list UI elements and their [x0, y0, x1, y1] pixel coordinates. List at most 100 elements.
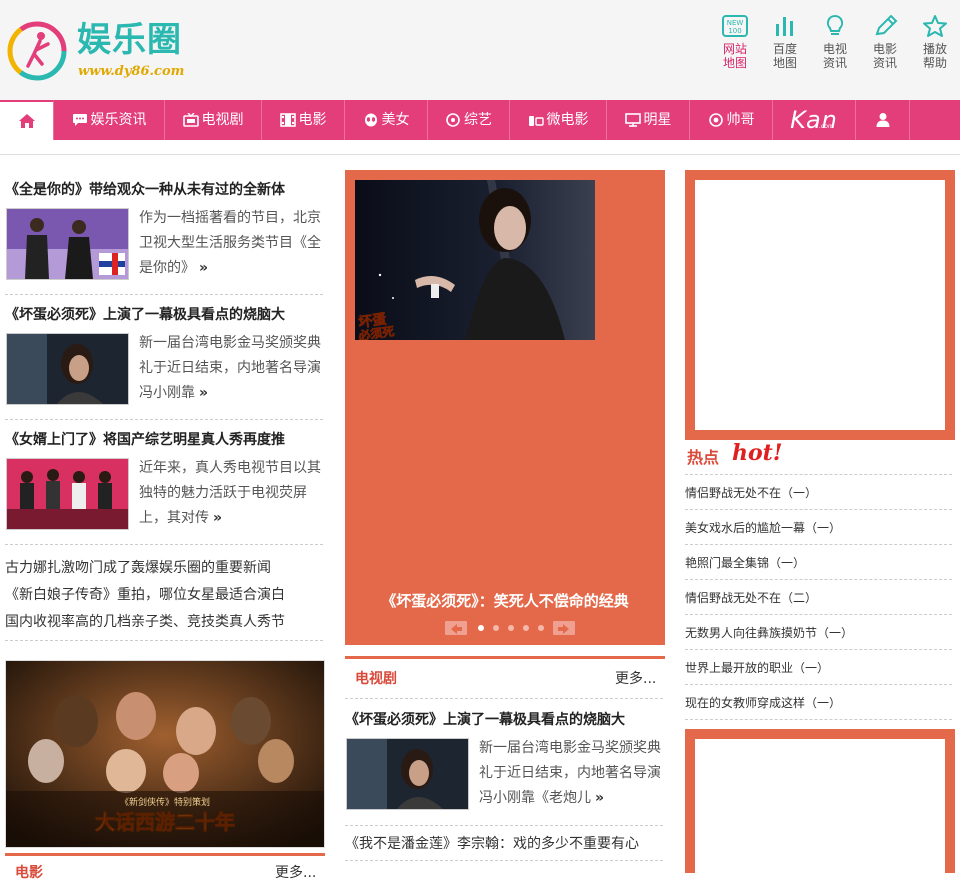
news-item[interactable]: 《坏蛋必须死》上演了一幕极具看点的烧脑大 新一届台湾电影金马奖颁奖典礼于近日结束…: [345, 710, 663, 820]
svg-text:100: 100: [728, 27, 741, 35]
arrow-left-icon: [451, 624, 462, 634]
movie-section-label[interactable]: 电影: [15, 862, 43, 882]
news-thumbnail[interactable]: [346, 738, 469, 810]
nav-entertainment-news[interactable]: 娱乐资讯: [54, 100, 165, 140]
nav-home[interactable]: [0, 100, 54, 140]
list-item[interactable]: 世界上最开放的职业（一）: [685, 649, 952, 684]
divider: [5, 294, 323, 295]
news-item[interactable]: 《坏蛋必须死》上演了一幕极具看点的烧脑大 新一届台湾电影金马奖颁奖典礼于近日结束…: [5, 305, 323, 415]
list-item[interactable]: 情侣野战无处不在（一）: [685, 474, 952, 509]
hot-news-list: 情侣野战无处不在（一） 美女戏水后的尴尬一幕（一） 艳照门最全集锦（一） 情侣野…: [685, 474, 952, 720]
chat-bubble-icon: [72, 114, 87, 126]
ad-banner-top[interactable]: [685, 170, 955, 440]
ad-placeholder: [695, 180, 945, 430]
list-item[interactable]: 情侣野战无处不在（二）: [685, 579, 952, 614]
nav-movie[interactable]: 电影: [262, 100, 345, 140]
monitor-icon: [624, 113, 641, 127]
ad-banner-bottom[interactable]: [685, 729, 955, 873]
bar-chart-icon: [776, 17, 793, 36]
news-title[interactable]: 《坏蛋必须死》上演了一幕极具看点的烧脑大: [345, 710, 663, 730]
list-item[interactable]: 艳照门最全集锦（一）: [685, 544, 952, 579]
nav-stars[interactable]: 明星: [607, 100, 690, 140]
list-item[interactable]: 现在的女教师穿成这样（一）: [685, 684, 952, 720]
news-description: 作为一档摇著看的节目，北京卫视大型生活服务类节目《全是你的》»: [139, 210, 321, 276]
news-title[interactable]: 《坏蛋必须死》上演了一幕极具看点的烧脑大: [5, 305, 323, 325]
list-item[interactable]: 《新白娘子传奇》重拍，哪位女星最适合演白: [5, 582, 323, 609]
slider-dot-2[interactable]: [493, 625, 499, 631]
movie-section-bar: [5, 853, 325, 856]
news-description: 新一届台湾电影金马奖颁奖典礼于近日结束，内地著名导演冯小刚靠《老炮儿»: [479, 740, 661, 806]
list-item[interactable]: 古力娜扎激吻门成了轰爆娱乐圈的重要新闻: [5, 555, 323, 582]
hot-section-title: 热点: [687, 448, 720, 467]
nav-handsome-guys[interactable]: 帅哥: [690, 100, 773, 140]
more-link[interactable]: »: [213, 510, 222, 526]
main-nav: 娱乐资讯 电视剧 电影 美女 综艺 微电影 明星 帅哥 Kan .com: [0, 100, 960, 140]
more-link[interactable]: »: [199, 385, 208, 401]
ad-placeholder: [695, 739, 945, 873]
tv-more-link[interactable]: 更多...: [615, 668, 656, 688]
hot-script-label: hot!: [732, 440, 783, 466]
nav-kan-logo[interactable]: Kan .com: [773, 100, 856, 140]
slider-next-button[interactable]: [553, 621, 575, 635]
film-strip-icon: [279, 113, 296, 127]
news-thumbnail[interactable]: [6, 458, 129, 530]
nav-variety[interactable]: 综艺: [428, 100, 510, 140]
slider-prev-button[interactable]: [445, 621, 467, 635]
news-item[interactable]: 《全是你的》带给观众一种从未有过的全新体 作为一档摇著看的节目，北京卫视大型生活…: [5, 180, 323, 290]
dancer-logo-icon[interactable]: [6, 20, 68, 82]
new-badge-icon: NEW 100: [722, 15, 748, 37]
alien-face-icon: [364, 113, 377, 127]
slider-dot-5[interactable]: [538, 625, 544, 631]
content-divider: [0, 154, 960, 155]
news-item[interactable]: 《女婿上门了》将国产综艺明星真人秀再度推 近年来，真人秀电视节目以其独特的魅力活…: [5, 430, 323, 540]
divider: [345, 698, 663, 699]
movie-more-link[interactable]: 更多...: [275, 862, 316, 882]
nav-beauty[interactable]: 美女: [345, 100, 428, 140]
more-link[interactable]: »: [595, 790, 604, 806]
lightbulb-icon: [826, 14, 844, 35]
news-title[interactable]: 《全是你的》带给观众一种从未有过的全新体: [5, 180, 323, 200]
divider: [345, 825, 663, 826]
divider: [345, 860, 663, 861]
quick-link-baidu-map[interactable]: 百度 地图: [762, 14, 808, 70]
tv-section-bar: [345, 656, 665, 659]
list-item[interactable]: 国内收视率高的几档亲子类、竞技类真人秀节: [5, 609, 323, 636]
circle-dot-icon: [708, 113, 723, 127]
list-item[interactable]: 《我不是潘金莲》李宗翰：戏的多少不重要有心: [345, 832, 665, 856]
news-description: 新一届台湾电影金马奖颁奖典礼于近日结束，内地著名导演冯小刚靠»: [139, 335, 321, 401]
news-thumbnail[interactable]: [6, 333, 129, 405]
slider-dot-3[interactable]: [508, 625, 514, 631]
logo-url[interactable]: www.dy86.com: [78, 64, 184, 79]
divider: [5, 544, 323, 545]
tv-section-label[interactable]: 电视剧: [355, 668, 397, 688]
quick-link-sitemap[interactable]: NEW 100 网站 地图: [712, 14, 758, 70]
poster-title: 大话西游二十年: [95, 810, 235, 834]
svg-text:《新剑侠传》特别策划: 《新剑侠传》特别策划: [120, 796, 210, 808]
divider: [5, 419, 323, 420]
slider-dot-4[interactable]: [523, 625, 529, 631]
slide-image[interactable]: 坏蛋 必须死: [355, 180, 595, 340]
star-icon: [923, 15, 947, 37]
nav-micro-movie[interactable]: 微电影: [510, 100, 607, 140]
record-icon: [446, 113, 460, 127]
nav-user[interactable]: [856, 100, 910, 140]
quick-link-movie-news[interactable]: 电影 资讯: [862, 14, 908, 70]
news-description: 近年来，真人秀电视节目以其独特的魅力活跃于电视荧屏上，其对传»: [139, 460, 321, 526]
quick-link-tv-news[interactable]: 电视 资讯: [812, 14, 858, 70]
home-icon: [18, 114, 35, 128]
list-item[interactable]: 美女戏水后的尴尬一幕（一）: [685, 509, 952, 544]
promo-poster[interactable]: 《新剑侠传》特别策划 大话西游二十年: [5, 660, 325, 848]
quick-link-play-help[interactable]: 播放 帮助: [912, 14, 958, 70]
list-item[interactable]: 无数男人向往彝族摸奶节（一）: [685, 614, 952, 649]
pencil-icon: [875, 14, 898, 36]
tv-icon: [182, 113, 199, 127]
news-thumbnail[interactable]: [6, 208, 129, 280]
logo-text[interactable]: 娱乐圈: [77, 20, 182, 60]
divider: [5, 640, 323, 641]
slide-caption[interactable]: 《坏蛋必须死》：笑死人不偿命的经典: [345, 590, 665, 611]
nav-tv-series[interactable]: 电视剧: [165, 100, 262, 140]
slider-dot-1[interactable]: [478, 625, 484, 631]
news-title[interactable]: 《女婿上门了》将国产综艺明星真人秀再度推: [5, 430, 323, 450]
featured-slider: 坏蛋 必须死 《坏蛋必须死》：笑死人不偿命的经典: [345, 170, 665, 645]
more-link[interactable]: »: [199, 260, 208, 276]
